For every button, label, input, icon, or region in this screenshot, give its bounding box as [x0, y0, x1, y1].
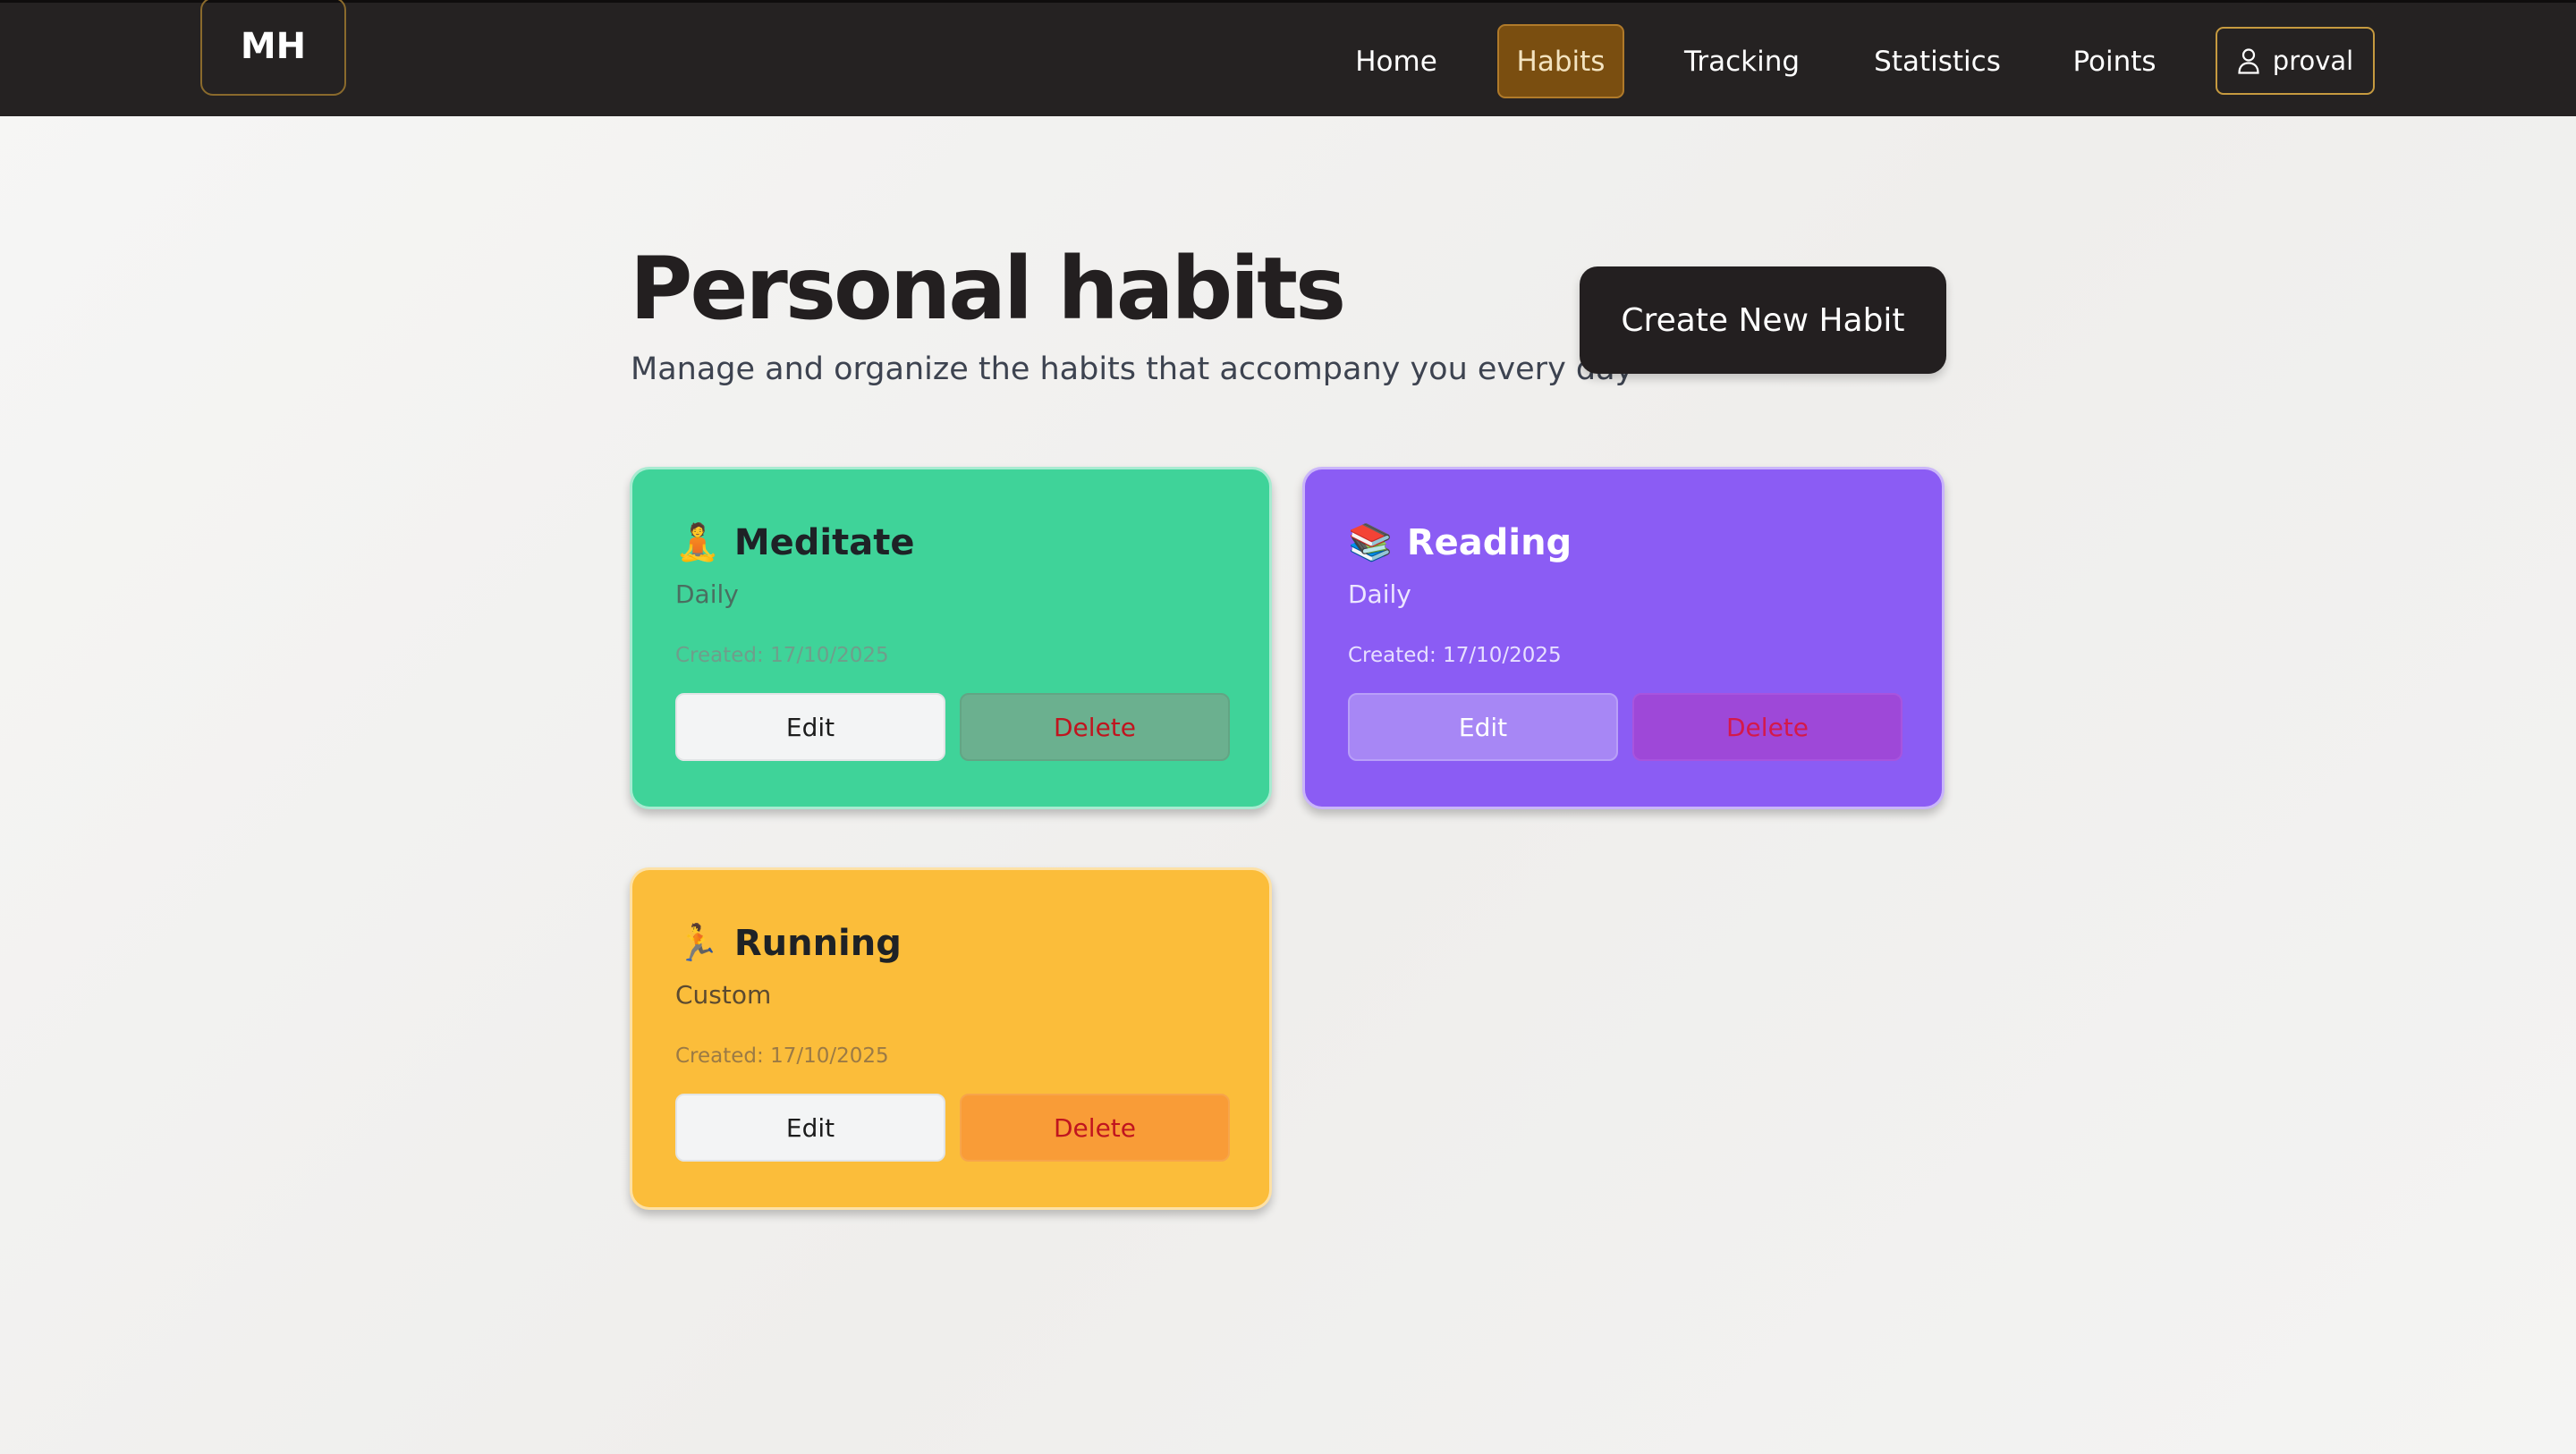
- habit-created-date: Created: 17/10/2025: [675, 1044, 889, 1068]
- running-icon: 🏃: [675, 923, 720, 964]
- nav-item-tracking[interactable]: Tracking: [1673, 24, 1811, 98]
- delete-button[interactable]: Delete: [1632, 693, 1902, 761]
- nav-item-habits[interactable]: Habits: [1497, 24, 1624, 98]
- habit-card-reading: 📚 Reading Daily Created: 17/10/2025 Edit…: [1302, 467, 1945, 809]
- edit-button[interactable]: Edit: [1348, 693, 1618, 761]
- delete-button[interactable]: Delete: [960, 693, 1230, 761]
- nav-item-home[interactable]: Home: [1338, 24, 1454, 98]
- habit-card-running: 🏃 Running Custom Created: 17/10/2025 Edi…: [630, 867, 1272, 1210]
- habit-name: Reading: [1406, 522, 1572, 563]
- habit-frequency: Daily: [1348, 579, 1411, 609]
- habit-frequency: Custom: [675, 980, 772, 1010]
- edit-button[interactable]: Edit: [675, 693, 945, 761]
- habit-created-date: Created: 17/10/2025: [1348, 644, 1562, 667]
- habit-created-date: Created: 17/10/2025: [675, 644, 889, 667]
- top-navbar: MH Home Habits Tracking Statistics Point…: [0, 0, 2576, 116]
- delete-button[interactable]: Delete: [960, 1094, 1230, 1162]
- habit-frequency: Daily: [675, 579, 739, 609]
- user-menu-button[interactable]: proval: [2216, 27, 2375, 95]
- create-new-habit-button[interactable]: Create New Habit: [1580, 266, 1946, 374]
- habit-title: 📚 Reading: [1348, 516, 1572, 570]
- user-icon: [2237, 47, 2260, 74]
- page-title: Personal habits: [630, 239, 1346, 339]
- nav-item-points[interactable]: Points: [2064, 24, 2165, 98]
- edit-button[interactable]: Edit: [675, 1094, 945, 1162]
- nav-item-statistics[interactable]: Statistics: [1869, 24, 2005, 98]
- habit-card-meditate: 🧘 Meditate Daily Created: 17/10/2025 Edi…: [630, 467, 1272, 809]
- meditation-icon: 🧘: [675, 522, 720, 563]
- logo[interactable]: MH: [200, 0, 346, 96]
- habit-title: 🧘 Meditate: [675, 516, 914, 570]
- habit-title: 🏃 Running: [675, 917, 902, 970]
- habit-name: Meditate: [733, 522, 915, 563]
- page-subtitle: Manage and organize the habits that acco…: [631, 351, 1634, 387]
- user-name: proval: [2272, 46, 2354, 76]
- books-icon: 📚: [1348, 522, 1393, 563]
- habit-name: Running: [733, 923, 902, 964]
